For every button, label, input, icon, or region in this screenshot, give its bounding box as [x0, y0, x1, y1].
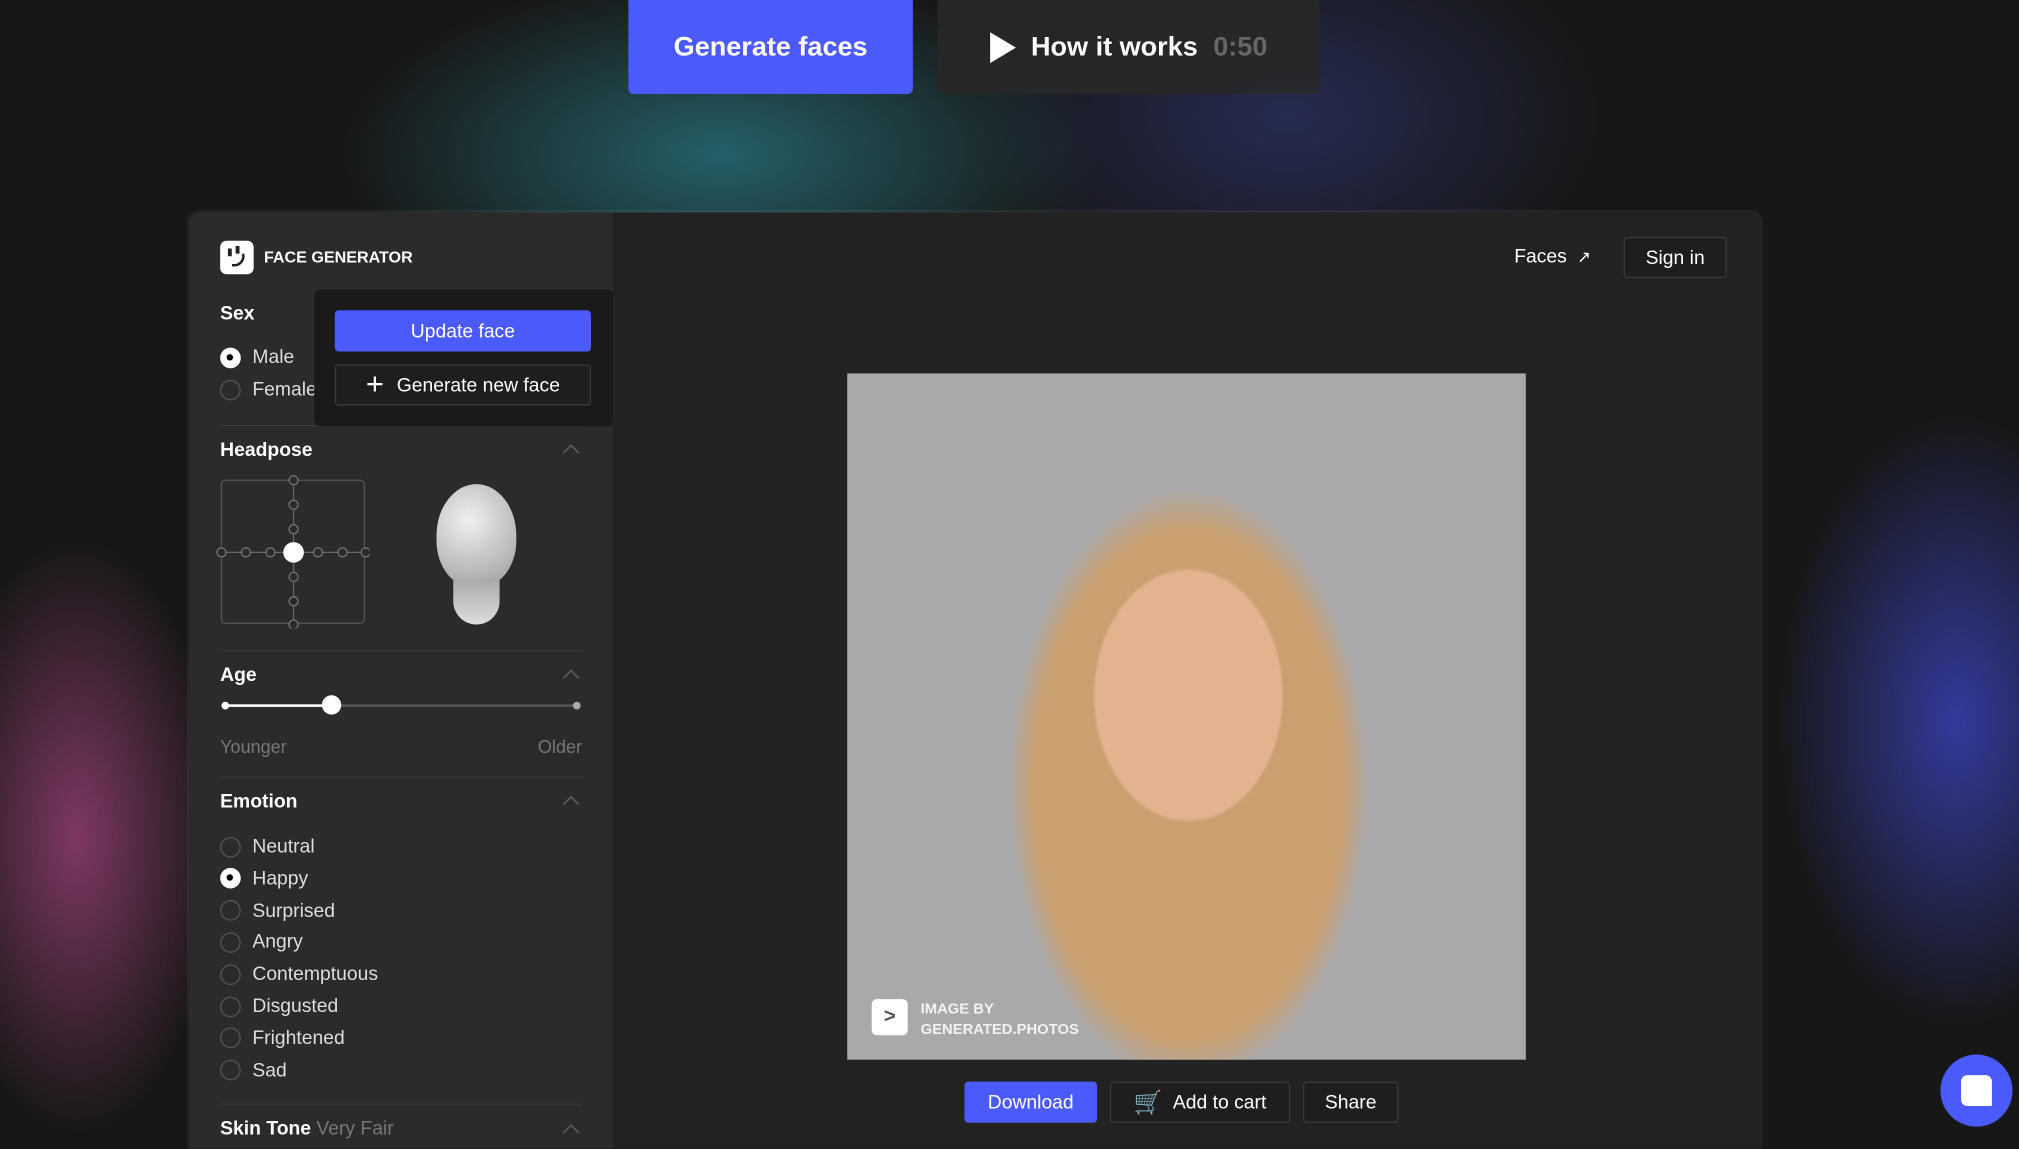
radio-emotion-surprised[interactable]: Surprised: [220, 900, 335, 921]
how-it-works-label: How it works: [1031, 31, 1198, 62]
sex-heading: Sex: [220, 302, 255, 325]
age-slider-handle[interactable]: [321, 695, 342, 715]
head-preview-icon: [436, 484, 517, 588]
face-generator-panel: FACE GENERATOR Sex Male Female Update fa…: [189, 212, 1761, 1149]
radio-emotion-frightened[interactable]: Frightened: [220, 1027, 345, 1049]
collapse-age-icon[interactable]: [562, 669, 580, 687]
main-area: Faces ↗ Sign in > IMAGE BY GENERATED.PHOTO…: [613, 212, 1760, 1148]
radio-female[interactable]: Female: [220, 379, 317, 400]
radio-emotion-neutral[interactable]: Neutral: [220, 836, 315, 858]
generate-faces-button[interactable]: Generate faces: [628, 0, 913, 94]
skin-tone-heading: Skin Tone Very Fair: [220, 1117, 394, 1140]
update-face-button[interactable]: Update face: [334, 310, 592, 352]
collapse-headpose-icon[interactable]: [562, 444, 580, 461]
cart-icon: 🛒: [1133, 1088, 1163, 1115]
headpose-heading: Headpose: [220, 439, 313, 461]
generated-face-image: > IMAGE BY GENERATED.PHOTOS: [847, 373, 1526, 1060]
skin-tone-value: Very Fair: [316, 1117, 394, 1140]
generate-new-face-button[interactable]: + Generate new face: [334, 364, 592, 406]
radio-emotion-happy[interactable]: Happy: [220, 868, 308, 889]
play-icon: [989, 31, 1016, 63]
headpose-grid[interactable]: [215, 474, 370, 629]
radio-male[interactable]: Male: [220, 346, 294, 368]
radio-emotion-contemptuous[interactable]: Contemptuous: [220, 963, 378, 985]
sign-in-button[interactable]: Sign in: [1623, 236, 1727, 279]
chat-icon: [1961, 1075, 1992, 1107]
faces-link[interactable]: Faces ↗: [1514, 246, 1591, 268]
video-duration: 0:50: [1213, 31, 1268, 62]
app-title: FACE GENERATOR: [263, 248, 413, 267]
share-button[interactable]: Share: [1303, 1081, 1399, 1123]
chat-button[interactable]: [1940, 1054, 2013, 1127]
younger-label: Younger: [220, 736, 287, 758]
add-to-cart-button[interactable]: 🛒 Add to cart: [1109, 1081, 1291, 1123]
headpose-handle: [283, 542, 304, 563]
emotion-heading: Emotion: [220, 790, 298, 813]
logo-icon: [220, 240, 254, 275]
radio-emotion-sad[interactable]: Sad: [220, 1059, 287, 1081]
sidebar: FACE GENERATOR Sex Male Female Update fa…: [189, 212, 613, 1149]
age-heading: Age: [220, 664, 257, 687]
plus-icon: +: [365, 366, 384, 402]
collapse-skin-tone-icon[interactable]: [562, 1124, 580, 1141]
how-it-works-button[interactable]: How it works 0:50: [937, 0, 1320, 94]
download-button[interactable]: Download: [964, 1081, 1098, 1123]
collapse-emotion-icon[interactable]: [562, 795, 580, 813]
external-link-icon: ↗: [1577, 246, 1592, 266]
older-label: Older: [537, 736, 582, 758]
generated-photos-logo-icon: >: [871, 999, 908, 1036]
radio-emotion-angry[interactable]: Angry: [220, 931, 303, 953]
radio-emotion-disgusted[interactable]: Disgusted: [220, 995, 338, 1017]
update-popover: Update face + Generate new face: [314, 289, 613, 427]
